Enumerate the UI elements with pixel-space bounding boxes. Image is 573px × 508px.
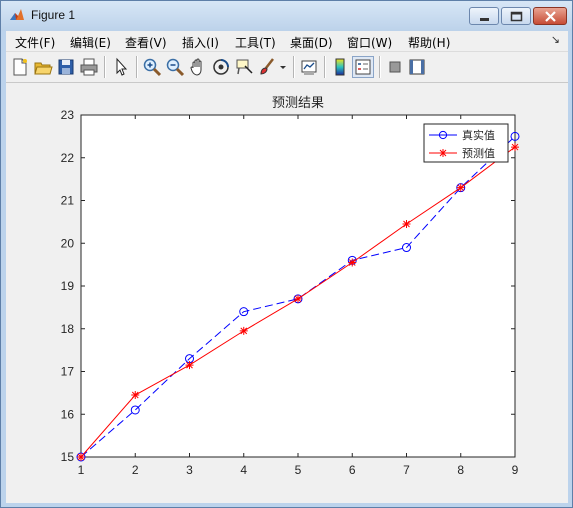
data-point	[77, 453, 85, 461]
chart-title: 预测结果	[272, 96, 324, 111]
x-tick-label: 8	[457, 463, 464, 477]
data-point	[348, 258, 357, 267]
menu-tools[interactable]: 工具(T)	[235, 34, 276, 51]
y-tick-label: 23	[61, 108, 75, 122]
data-point	[239, 326, 248, 335]
menu-edit[interactable]: 编辑(E)	[70, 34, 111, 51]
axes-background	[80, 114, 516, 458]
y-tick-label: 22	[61, 151, 75, 165]
menu-help[interactable]: 帮助(H)	[408, 34, 450, 51]
zoom-in-icon[interactable]	[142, 57, 162, 77]
zoom-out-icon[interactable]	[165, 57, 185, 77]
toolbar-separator	[104, 56, 106, 78]
new-figure-icon[interactable]	[10, 57, 30, 77]
y-tick-label: 20	[61, 236, 75, 250]
x-tick-label: 7	[403, 463, 410, 477]
x-tick-label: 5	[295, 463, 302, 477]
toolbar-separator	[136, 56, 138, 78]
save-icon[interactable]	[56, 57, 76, 77]
title-bar[interactable]: Figure 1	[1, 1, 572, 31]
data-point	[511, 143, 519, 152]
menubar-dock-arrow-icon[interactable]: ↘	[551, 33, 560, 46]
menu-desktop[interactable]: 桌面(D)	[290, 34, 333, 51]
menu-window[interactable]: 窗口(W)	[347, 34, 392, 51]
figure-toolbar	[6, 52, 568, 83]
insert-colorbar-icon[interactable]	[330, 57, 350, 77]
data-point	[185, 361, 194, 370]
y-tick-label: 18	[61, 322, 75, 336]
maximize-icon	[510, 11, 523, 22]
x-tick-label: 1	[78, 463, 85, 477]
legend-marker-predicted	[439, 149, 447, 157]
x-tick-label: 9	[512, 463, 519, 477]
x-tick-label: 3	[186, 463, 193, 477]
data-point	[402, 220, 411, 229]
show-plot-tools-icon[interactable]	[407, 57, 427, 77]
matlab-icon	[10, 9, 24, 20]
data-point	[294, 294, 302, 303]
figure-window: Figure 1 文件(F) 编辑(E) 查看(V) 插入(I) 工具(T) 桌…	[0, 0, 573, 508]
hide-plot-tools-icon[interactable]	[385, 57, 405, 77]
maximize-button[interactable]	[501, 7, 531, 25]
window-title: Figure 1	[31, 8, 76, 22]
y-tick-label: 17	[61, 365, 75, 379]
y-tick-label: 16	[61, 407, 75, 421]
link-plot-icon[interactable]	[299, 57, 319, 77]
menu-view[interactable]: 查看(V)	[125, 34, 167, 51]
rotate-3d-icon[interactable]	[211, 57, 231, 77]
close-icon	[545, 11, 556, 22]
toolbar-separator	[324, 56, 326, 78]
y-tick-label: 21	[61, 194, 75, 208]
close-button[interactable]	[533, 7, 567, 25]
x-tick-label: 4	[240, 463, 247, 477]
y-tick-label: 19	[61, 279, 75, 293]
legend-label-actual: 真实值	[462, 128, 495, 142]
data-point	[131, 391, 140, 400]
legend[interactable]: 真实值 预测值	[423, 123, 509, 163]
menu-bar: 文件(F) 编辑(E) 查看(V) 插入(I) 工具(T) 桌面(D) 窗口(W…	[6, 31, 568, 52]
figure-canvas[interactable]: 1 2 3 4 5 6 7 8 9 15 16 17 18 19 20 21 22 23 预测结果 真实值 预测值	[6, 83, 568, 503]
menu-file[interactable]: 文件(F)	[15, 34, 55, 51]
data-point	[456, 183, 465, 192]
pan-icon[interactable]	[188, 57, 208, 77]
legend-label-predicted: 预测值	[462, 147, 495, 160]
print-icon[interactable]	[79, 57, 99, 77]
y-tick-label: 15	[61, 450, 75, 464]
minimize-button[interactable]	[469, 7, 499, 25]
x-tick-label: 6	[349, 463, 356, 477]
brush-dropdown-icon[interactable]	[278, 57, 288, 77]
pointer-icon[interactable]	[111, 57, 131, 77]
toolbar-separator	[293, 56, 295, 78]
toolbar-separator	[379, 56, 381, 78]
minimize-icon	[480, 18, 489, 21]
open-file-icon[interactable]	[33, 57, 53, 77]
insert-legend-icon[interactable]	[352, 56, 374, 78]
data-cursor-icon[interactable]	[234, 57, 254, 77]
menu-insert[interactable]: 插入(I)	[182, 34, 219, 51]
plot-area[interactable]: 1 2 3 4 5 6 7 8 9151617181920212223 预测结果 真实值 预测值	[6, 83, 568, 503]
brush-icon[interactable]	[257, 57, 277, 77]
x-tick-label: 2	[132, 463, 139, 477]
